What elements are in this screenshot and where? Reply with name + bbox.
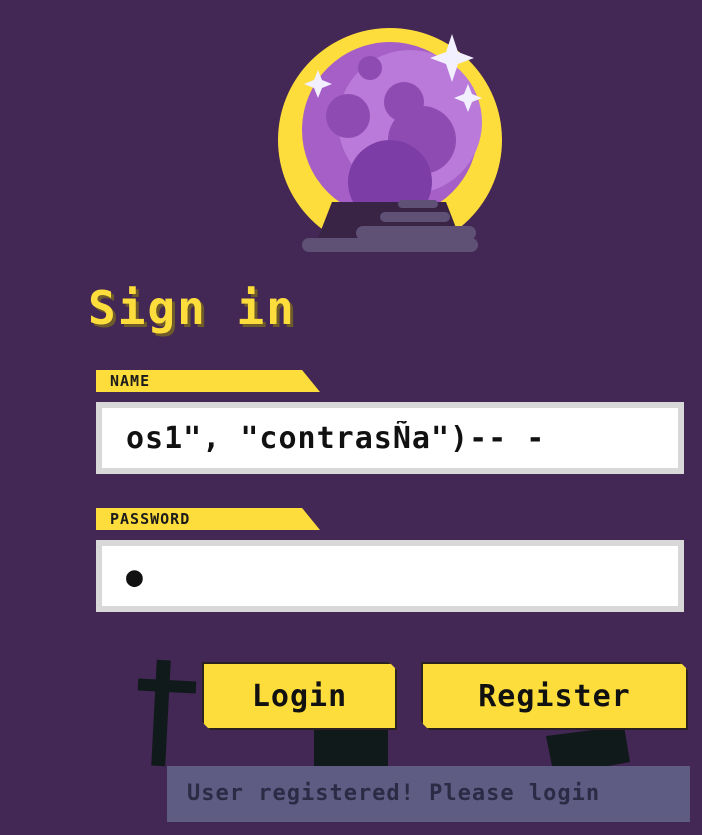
grave-cross-icon: [137, 659, 197, 767]
name-label: NAME: [96, 370, 320, 392]
page-title: Sign in: [88, 281, 296, 335]
password-label: PASSWORD: [96, 508, 320, 530]
status-message: User registered! Please login: [167, 766, 690, 822]
name-input[interactable]: [96, 402, 684, 474]
login-button[interactable]: Login: [202, 662, 397, 730]
password-input[interactable]: [96, 540, 684, 612]
crystal-ball-icon: [278, 28, 502, 252]
tombstone-icon: [314, 730, 388, 770]
register-button[interactable]: Register: [421, 662, 688, 730]
